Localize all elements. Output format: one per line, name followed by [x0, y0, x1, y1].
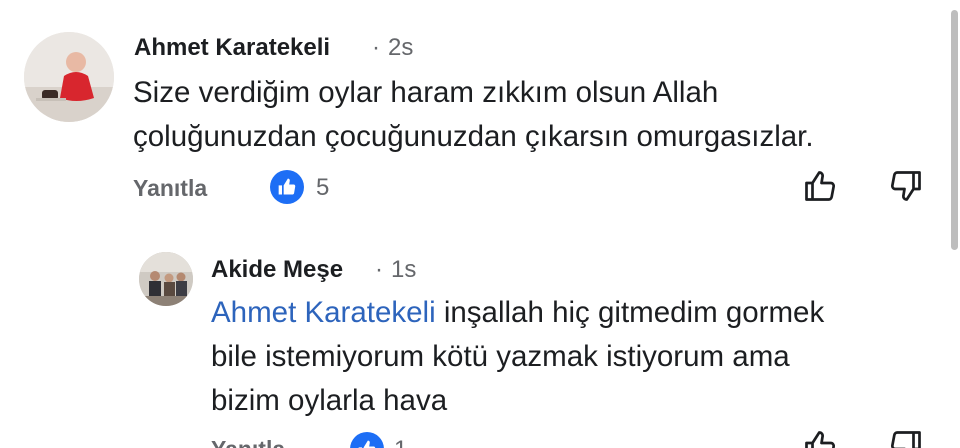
- thumb-up-outline-icon[interactable]: [802, 428, 838, 448]
- reply-text-line-2: bile istemiyorum kötü yazmak istiyorum a…: [211, 340, 790, 373]
- comment-text-line-1: Size verdiğim oylar haram zıkkım olsun A…: [133, 76, 719, 109]
- thumbs-up-icon[interactable]: [350, 432, 384, 448]
- thumb-down-outline-icon[interactable]: [888, 168, 924, 204]
- like-count: 5: [316, 174, 330, 201]
- thumb-down-outline-icon[interactable]: [888, 428, 924, 448]
- meta-separator: ·: [375, 256, 383, 283]
- avatar-photo: [24, 32, 114, 122]
- avatar[interactable]: [24, 32, 114, 122]
- comment-author[interactable]: Ahmet Karatekeli: [134, 34, 330, 62]
- avatar-photo: [139, 252, 193, 306]
- reply-text-rest: inşallah hiç gitmedim gormek: [435, 296, 825, 329]
- comment-time[interactable]: 2s: [388, 34, 413, 62]
- reply-button[interactable]: Yanıtla: [211, 436, 285, 448]
- reply-text-line-1: Ahmet Karatekeli inşallah hiç gitmedim g…: [211, 291, 824, 335]
- reply-author[interactable]: Akide Meşe: [211, 256, 343, 284]
- meta-separator: ·: [372, 34, 380, 61]
- like-count: 1: [394, 436, 407, 448]
- comment-text-line-2: çoluğunuzdan çocuğunuzdan çıkarsın omurg…: [133, 120, 814, 153]
- thumbs-up-icon[interactable]: [270, 170, 304, 204]
- reply-time[interactable]: 1s: [391, 256, 416, 284]
- thumb-up-outline-icon[interactable]: [802, 168, 838, 204]
- reply-text-line-3: bizim oylarla hava: [211, 384, 448, 417]
- scrollbar[interactable]: [951, 10, 958, 250]
- avatar[interactable]: [139, 252, 193, 306]
- mention-link[interactable]: Ahmet Karatekeli: [211, 296, 436, 329]
- reply-button[interactable]: Yanıtla: [133, 175, 207, 202]
